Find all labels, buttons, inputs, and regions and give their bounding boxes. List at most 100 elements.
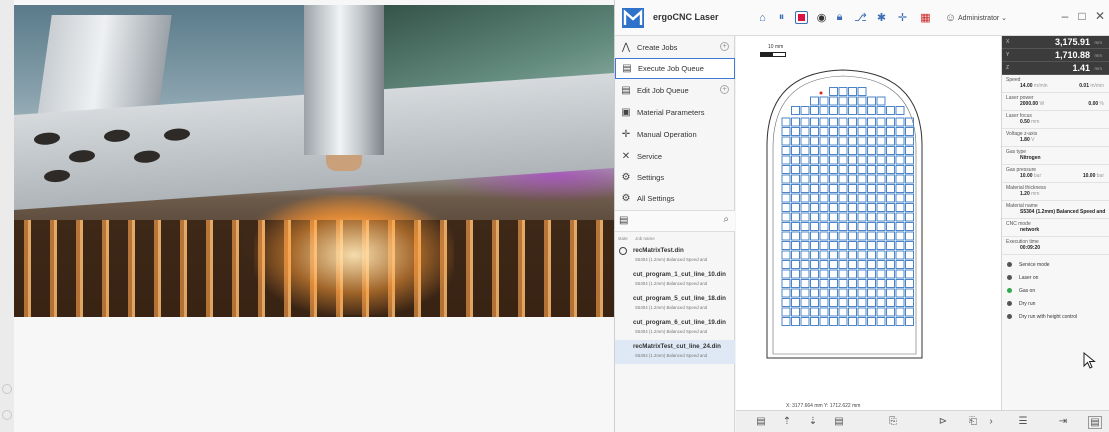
lock-icon[interactable]: 🔒︎: [833, 11, 846, 24]
cut-part: [829, 250, 838, 260]
user-icon[interactable]: ☺: [944, 11, 957, 24]
sidebar-item-execute-job-queue[interactable]: ▤ Execute Job Queue: [615, 58, 735, 79]
cut-part: [886, 298, 895, 307]
search-icon[interactable]: ⌕: [723, 214, 729, 225]
import-icon[interactable]: ⎘: [886, 416, 900, 427]
queue-list-icon[interactable]: ▤: [619, 215, 628, 226]
cut-part: [838, 298, 848, 307]
cut-part: [886, 193, 895, 203]
title-bar: ergoCNC Laser ⌂ ⏸ ◉ 🔒︎ ⎇ ✱ ✛ ▦ ☺ Adminis…: [615, 0, 1109, 36]
record-icon[interactable]: ◉: [815, 11, 828, 24]
minimize-button[interactable]: –: [1058, 9, 1072, 23]
cut-part: [857, 146, 867, 155]
cut-part: [857, 222, 867, 231]
cut-part: [876, 250, 886, 260]
cut-part: [905, 203, 914, 212]
cut-part: [781, 241, 791, 250]
cut-part: [848, 203, 857, 212]
cut-part: [810, 127, 819, 136]
sidebar-item-edit-job-queue[interactable]: ▤ Edit Job Queue +: [615, 80, 735, 101]
snowflake-icon[interactable]: ✱: [875, 11, 888, 24]
param-material-name: Material name S5304 (1.2mm) Balanced Spe…: [1002, 201, 1109, 219]
cut-part: [867, 127, 876, 136]
param-gas-type: Gas type Nitrogen: [1002, 147, 1109, 165]
cut-part: [857, 136, 867, 146]
settings-icon[interactable]: [2, 410, 12, 420]
cut-part: [905, 241, 914, 250]
sidebar-item-service[interactable]: ✕ Service: [615, 146, 735, 167]
reference-icon[interactable]: ⎇: [854, 11, 867, 24]
cut-part: [905, 165, 914, 174]
cut-part: [838, 146, 848, 155]
cut-part: [810, 307, 819, 317]
cut-part: [848, 250, 857, 260]
laser-position-marker: [819, 91, 823, 95]
job-item[interactable]: cut_program_1_cut_line_10.din S5304 (1.2…: [615, 268, 735, 292]
move-up-icon[interactable]: ⇡: [780, 416, 794, 427]
cut-part: [848, 146, 857, 155]
stop-icon[interactable]: [795, 11, 808, 24]
cut-part: [781, 136, 791, 146]
cut-part: [791, 127, 800, 136]
cut-part: [781, 317, 791, 326]
cut-part: [867, 184, 876, 193]
cut-part: [791, 106, 800, 115]
param-value: Nitrogen: [1020, 155, 1041, 161]
sidebar-item-settings[interactable]: ⚙ Settings: [615, 167, 735, 188]
job-preview-canvas[interactable]: 10 mm ⊕ ⊖ ⊛ ▭ ⛶ ▢ ▯ ✕ ◉: [736, 36, 1109, 428]
panel-toggle-icon[interactable]: ▤: [1088, 416, 1102, 429]
expand-icon[interactable]: +: [720, 42, 729, 51]
job-item[interactable]: cut_program_5_cut_line_18.din S5304 (1.2…: [615, 292, 735, 316]
user-menu[interactable]: Administrator ⌄: [958, 14, 1007, 22]
cut-part: [876, 212, 886, 222]
status-service-mode: Service mode: [1002, 258, 1109, 271]
cut-part: [829, 298, 838, 307]
cut-part: [810, 241, 819, 250]
cut-part: [819, 127, 829, 136]
move-down-icon[interactable]: ⇣: [806, 416, 820, 427]
queue-edit-icon[interactable]: ▤: [832, 416, 846, 427]
cut-part: [848, 106, 857, 115]
home-icon[interactable]: ⌂: [756, 11, 769, 24]
cut-part: [810, 222, 819, 231]
cut-part: [876, 317, 886, 326]
cut-part: [848, 241, 857, 250]
sidebar-item-create-jobs[interactable]: ⋀ Create Jobs +: [615, 37, 735, 58]
cut-part: [895, 155, 905, 165]
logout-icon[interactable]: ⇥: [1056, 416, 1070, 427]
cut-part: [848, 184, 857, 193]
cut-part: [829, 307, 838, 317]
play-step-icon[interactable]: ⊳: [936, 416, 950, 427]
pause-icon[interactable]: ⏸: [775, 11, 788, 24]
close-button[interactable]: ✕: [1093, 9, 1107, 23]
cut-part: [857, 96, 867, 106]
cut-part: [905, 307, 914, 317]
dro-unit: mm: [1094, 53, 1103, 58]
user-icon[interactable]: [2, 384, 12, 394]
job-list: recMatrixTest.din S5304 (1.2mm) Balanced…: [615, 244, 735, 364]
status-label: Laser on: [1019, 274, 1039, 281]
sidebar-item-material-parameters[interactable]: ▣ Material Parameters: [615, 102, 735, 123]
status-list: Service mode Laser on Gas on Dry run Dry…: [1002, 255, 1109, 323]
cut-part: [838, 136, 848, 146]
chevron-right-icon[interactable]: ›: [984, 416, 998, 427]
dro-value: 1,710.88: [1054, 50, 1090, 60]
export-icon[interactable]: ⎗: [966, 416, 980, 427]
move-axes-icon[interactable]: ✛: [896, 11, 909, 24]
cut-part: [781, 193, 791, 203]
filter-icon[interactable]: ☰: [1016, 416, 1030, 427]
cut-part: [867, 106, 876, 115]
job-item[interactable]: recMatrixTest.din S5304 (1.2mm) Balanced…: [615, 244, 735, 268]
cut-part: [838, 127, 848, 136]
language-flag-icon[interactable]: ▦: [919, 11, 932, 24]
sidebar-item-manual-operation[interactable]: ✛ Manual Operation: [615, 124, 735, 145]
maximize-button[interactable]: □: [1075, 9, 1089, 23]
job-item[interactable]: cut_program_6_cut_line_19.din S5304 (1.2…: [615, 316, 735, 340]
cut-part: [810, 96, 819, 106]
queue-start-icon[interactable]: ▤: [754, 416, 768, 427]
expand-icon[interactable]: +: [720, 85, 729, 94]
job-item[interactable]: recMatrixTest_cut_line_24.din S5304 (1.2…: [615, 340, 735, 364]
sidebar-item-all-settings[interactable]: ⚙ All Settings: [615, 188, 735, 209]
cut-part: [781, 222, 791, 231]
cut-part: [819, 136, 829, 146]
